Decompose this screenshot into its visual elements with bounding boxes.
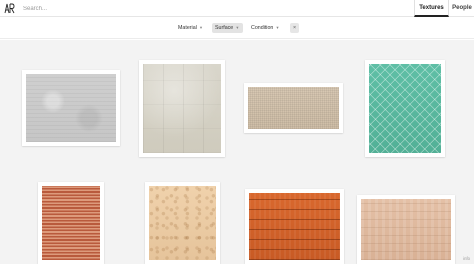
logo-icon[interactable] <box>3 2 16 15</box>
texture-card[interactable] <box>244 83 343 133</box>
filter-material-label: Material <box>178 25 197 31</box>
light-wood-texture-thumbnail <box>361 199 451 260</box>
info-link[interactable]: info <box>463 256 470 261</box>
orange-wood-plank-texture-thumbnail <box>249 193 340 260</box>
clear-filters-button[interactable]: × <box>290 23 299 33</box>
texture-card[interactable] <box>357 195 455 264</box>
chevron-down-icon: ▾ <box>276 25 279 30</box>
texture-card[interactable] <box>139 60 225 157</box>
linen-fabric-texture-thumbnail <box>248 87 339 129</box>
top-bar: Textures People <box>0 0 474 17</box>
filter-material[interactable]: Material ▾ <box>175 23 207 33</box>
tab-people[interactable]: People <box>450 0 474 17</box>
chevron-down-icon: ▾ <box>199 25 203 30</box>
texture-card[interactable] <box>365 60 445 157</box>
filter-surface-label: Surface <box>215 25 234 31</box>
filter-surface[interactable]: Surface ▾ <box>212 23 243 33</box>
search-input[interactable] <box>20 2 410 15</box>
chevron-down-icon: ▾ <box>236 25 239 30</box>
filter-condition[interactable]: Condition ▾ <box>248 23 285 33</box>
tab-textures[interactable]: Textures <box>414 0 449 17</box>
stone-tile-texture-thumbnail <box>143 64 221 153</box>
green-tile-texture-thumbnail <box>369 64 441 153</box>
close-icon: × <box>292 25 297 31</box>
sandstone-texture-thumbnail <box>149 186 216 260</box>
red-stripe-texture-thumbnail <box>42 186 100 260</box>
texture-card[interactable] <box>22 70 120 146</box>
filter-bar: Material ▾ Surface ▾ Condition ▾ × <box>0 17 474 39</box>
concrete-texture-thumbnail <box>26 74 116 142</box>
texture-gallery: info <box>0 40 474 264</box>
filter-condition-label: Condition <box>251 25 274 31</box>
texture-card[interactable] <box>38 182 104 264</box>
texture-card[interactable] <box>145 182 220 264</box>
texture-card[interactable] <box>245 189 344 264</box>
